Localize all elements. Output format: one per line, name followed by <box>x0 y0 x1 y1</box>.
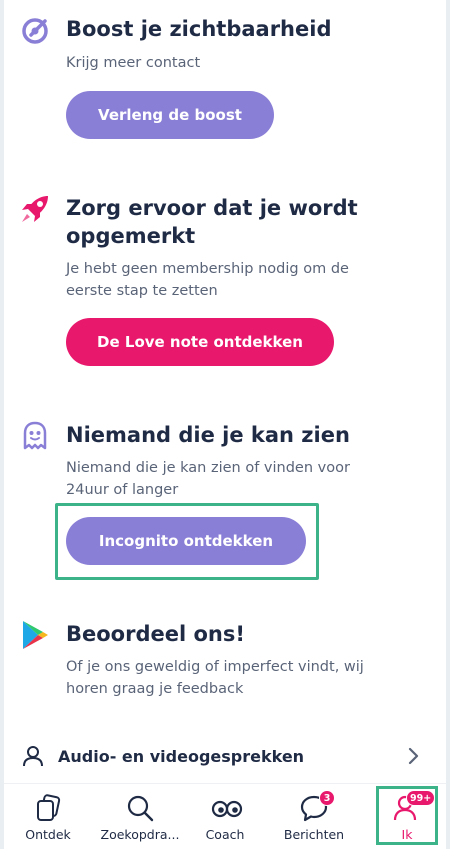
tab-berichten-label: Berichten <box>283 827 345 842</box>
boost-title: Boost je zichtbaarheid <box>66 17 332 41</box>
tab-zoekopdrachten[interactable]: Zoekopdra... <box>92 784 188 849</box>
love-note-description-line2: eerste stap te zetten <box>66 283 218 299</box>
eyes-icon <box>210 793 243 823</box>
boost-description: Krijg meer contact <box>66 55 201 71</box>
incognito-description-line1: Niemand die je kan zien of vinden voor <box>66 460 350 476</box>
tab-zoekopdrachten-label: Zoekopdra... <box>100 827 180 842</box>
chat-icon: 3 <box>299 790 335 823</box>
love-note-title-line2: opgemerkt <box>66 224 196 248</box>
extend-boost-button[interactable]: Verleng de boost <box>66 91 274 139</box>
love-note-button[interactable]: De Love note ontdekken <box>66 318 334 366</box>
tab-ontdek-label: Ontdek <box>25 827 71 842</box>
messages-badge: 3 <box>319 790 335 806</box>
incognito-button-highlight <box>55 503 319 580</box>
rate-us-description-line2: horen graag je feedback <box>66 681 244 697</box>
tab-ontdek[interactable]: Ontdek <box>8 784 88 849</box>
ghost-icon <box>18 419 52 453</box>
tab-coach[interactable]: Coach <box>192 784 258 849</box>
rate-us-title: Beoordeel ons! <box>66 622 245 646</box>
person-icon <box>23 746 43 767</box>
rate-us-description-line1: Of je ons geweldig of imperfect vindt, w… <box>66 659 364 675</box>
play-store-icon[interactable] <box>18 618 52 652</box>
tab-coach-label: Coach <box>205 827 245 842</box>
incognito-title: Niemand die je kan zien <box>66 423 350 447</box>
love-note-title-line1: Zorg ervoor dat je wordt <box>66 196 358 220</box>
profile-screen: Boost je zichtbaarheid Krijg meer contac… <box>4 0 446 849</box>
love-note-description-line1: Je hebt geen membership nodig om de <box>66 261 349 277</box>
incognito-description-line2: 24uur of langer <box>66 482 179 498</box>
tab-berichten[interactable]: 3 Berichten <box>274 784 354 849</box>
audio-video-calls-label: Audio- en videogesprekken <box>58 746 305 766</box>
rocket-icon <box>18 192 52 226</box>
search-icon <box>125 793 155 823</box>
cards-icon <box>33 793 63 823</box>
audio-video-calls-row[interactable]: Audio- en videogesprekken <box>4 736 446 776</box>
chevron-right-icon <box>408 747 419 765</box>
tab-ik-highlight <box>376 786 438 845</box>
boost-icon <box>18 14 52 48</box>
